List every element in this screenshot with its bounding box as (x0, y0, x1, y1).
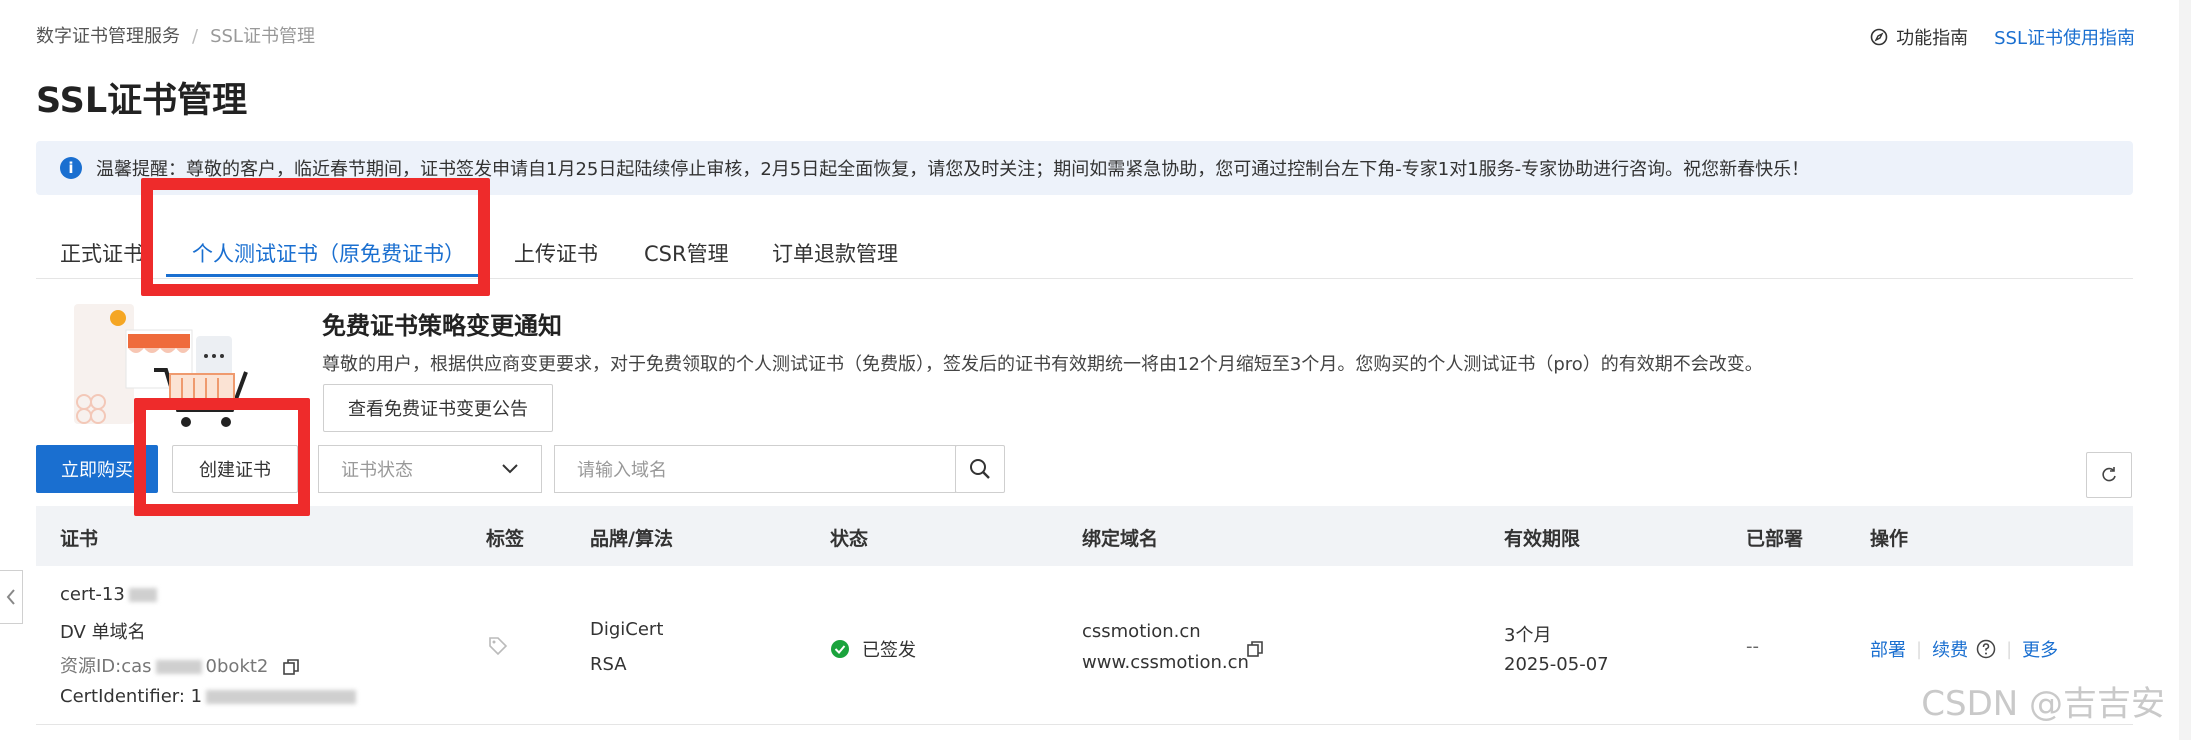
col-domain: 绑定域名 (1082, 528, 1159, 550)
promo-description: 尊敬的用户，根据供应商变更要求，对于免费领取的个人测试证书（免费版），签发后的证… (322, 354, 1763, 375)
domain-secondary: www.cssmotion.cn (1082, 652, 1249, 673)
col-cert: 证书 (60, 528, 99, 550)
table-row: cert-13 DV 单域名 资源ID:cas 0bokt2 CertIdenti… (36, 566, 2133, 725)
tab-upload-cert[interactable]: 上传证书 (514, 238, 598, 268)
col-tags: 标签 (486, 528, 525, 550)
copy-domain-icon[interactable] (1246, 640, 1264, 658)
domain-search-input[interactable]: 请输入域名 (554, 445, 956, 493)
search-button[interactable] (955, 445, 1005, 493)
tab-refund-management[interactable]: 订单退款管理 (772, 238, 898, 268)
info-icon: i (60, 157, 82, 179)
brand: DigiCert (590, 619, 664, 640)
cert-identifier: CertIdentifier: 1 (60, 686, 357, 707)
tab-formal-cert[interactable]: 正式证书 (60, 238, 144, 268)
cert-status-placeholder: 证书状态 (341, 460, 413, 481)
function-guide-label: 功能指南 (1896, 28, 1969, 49)
expiry-date: 2025-05-07 (1504, 654, 1609, 675)
col-status: 状态 (830, 528, 869, 550)
action-divider: | (2006, 638, 2013, 660)
chevron-down-icon (502, 464, 518, 474)
breadcrumb: 数字证书管理服务 / SSL证书管理 (36, 22, 315, 48)
status-label: 已签发 (862, 640, 916, 661)
highlight-box-tab (141, 178, 490, 296)
breadcrumb-separator: / (192, 26, 199, 47)
scrollbar[interactable] (2179, 0, 2191, 740)
validity-period: 3个月 (1504, 625, 1552, 646)
renew-link[interactable]: 续费 (1932, 636, 1968, 662)
col-brand: 品牌/算法 (590, 528, 673, 550)
watermark: CSDN @吉吉安 (1921, 684, 2165, 724)
highlight-box-create (134, 398, 310, 516)
row-actions: 部署 | 续费 | 更多 (1870, 636, 2058, 662)
chevron-left-icon (6, 589, 15, 605)
cert-name: cert-13 (60, 584, 157, 605)
algorithm: RSA (590, 654, 627, 675)
domain-search-placeholder: 请输入域名 (577, 460, 667, 481)
status: 已签发 (830, 636, 916, 662)
resource-id: 资源ID:cas 0bokt2 (60, 652, 300, 678)
domain-primary: cssmotion.cn (1082, 621, 1201, 642)
deployed-value: -- (1746, 636, 1759, 657)
page-title: SSL证书管理 (36, 81, 248, 121)
tab-csr-management[interactable]: CSR管理 (644, 238, 729, 268)
sidebar-collapse-handle[interactable] (0, 570, 23, 624)
table-header: 证书 标签 品牌/算法 状态 绑定域名 有效期限 已部署 操作 (36, 506, 2133, 566)
ssl-usage-guide-link[interactable]: SSL证书使用指南 (1994, 24, 2135, 50)
refresh-icon (2102, 467, 2116, 482)
help-icon[interactable] (1976, 639, 1996, 659)
refresh-button[interactable] (2086, 452, 2132, 498)
compass-icon (1870, 28, 1888, 46)
breadcrumb-root[interactable]: 数字证书管理服务 (36, 26, 180, 47)
search-icon (970, 459, 990, 479)
col-validity: 有效期限 (1504, 528, 1581, 550)
breadcrumb-current: SSL证书管理 (210, 26, 315, 47)
cert-type: DV 单域名 (60, 622, 146, 643)
header-links: 功能指南 SSL证书使用指南 (1870, 24, 2135, 50)
col-deployed: 已部署 (1746, 528, 1804, 550)
check-circle-icon (831, 640, 849, 658)
copy-icon[interactable] (282, 658, 300, 676)
tag-icon[interactable] (488, 636, 508, 656)
col-actions: 操作 (1870, 528, 1909, 550)
deploy-link[interactable]: 部署 (1870, 636, 1906, 662)
promo-title: 免费证书策略变更通知 (322, 312, 562, 340)
action-divider: | (1916, 638, 1923, 660)
view-announcement-button[interactable]: 查看免费证书变更公告 (323, 384, 553, 432)
cert-status-select[interactable]: 证书状态 (318, 445, 542, 493)
function-guide-button[interactable]: 功能指南 (1870, 24, 1968, 50)
more-link[interactable]: 更多 (2022, 636, 2058, 662)
